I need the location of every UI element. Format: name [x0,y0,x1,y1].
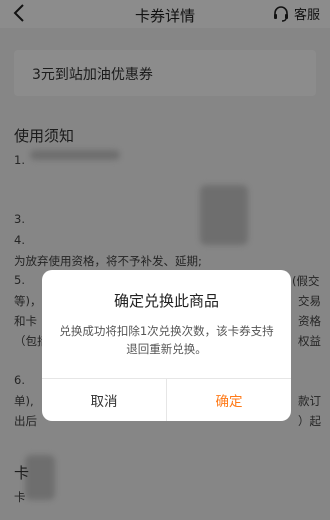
modal-overlay[interactable] [0,0,330,520]
dialog-title: 确定兑换此商品 [113,292,219,310]
confirm-button[interactable]: 确定 [167,379,291,421]
dialog-message: 兑换成功将扣除1次兑换次数，该卡券支持退回重新兑换。 [59,324,274,356]
cancel-button[interactable]: 取消 [42,379,166,421]
confirm-dialog: 确定兑换此商品 兑换成功将扣除1次兑换次数，该卡券支持退回重新兑换。 取消 确定 [42,270,291,421]
